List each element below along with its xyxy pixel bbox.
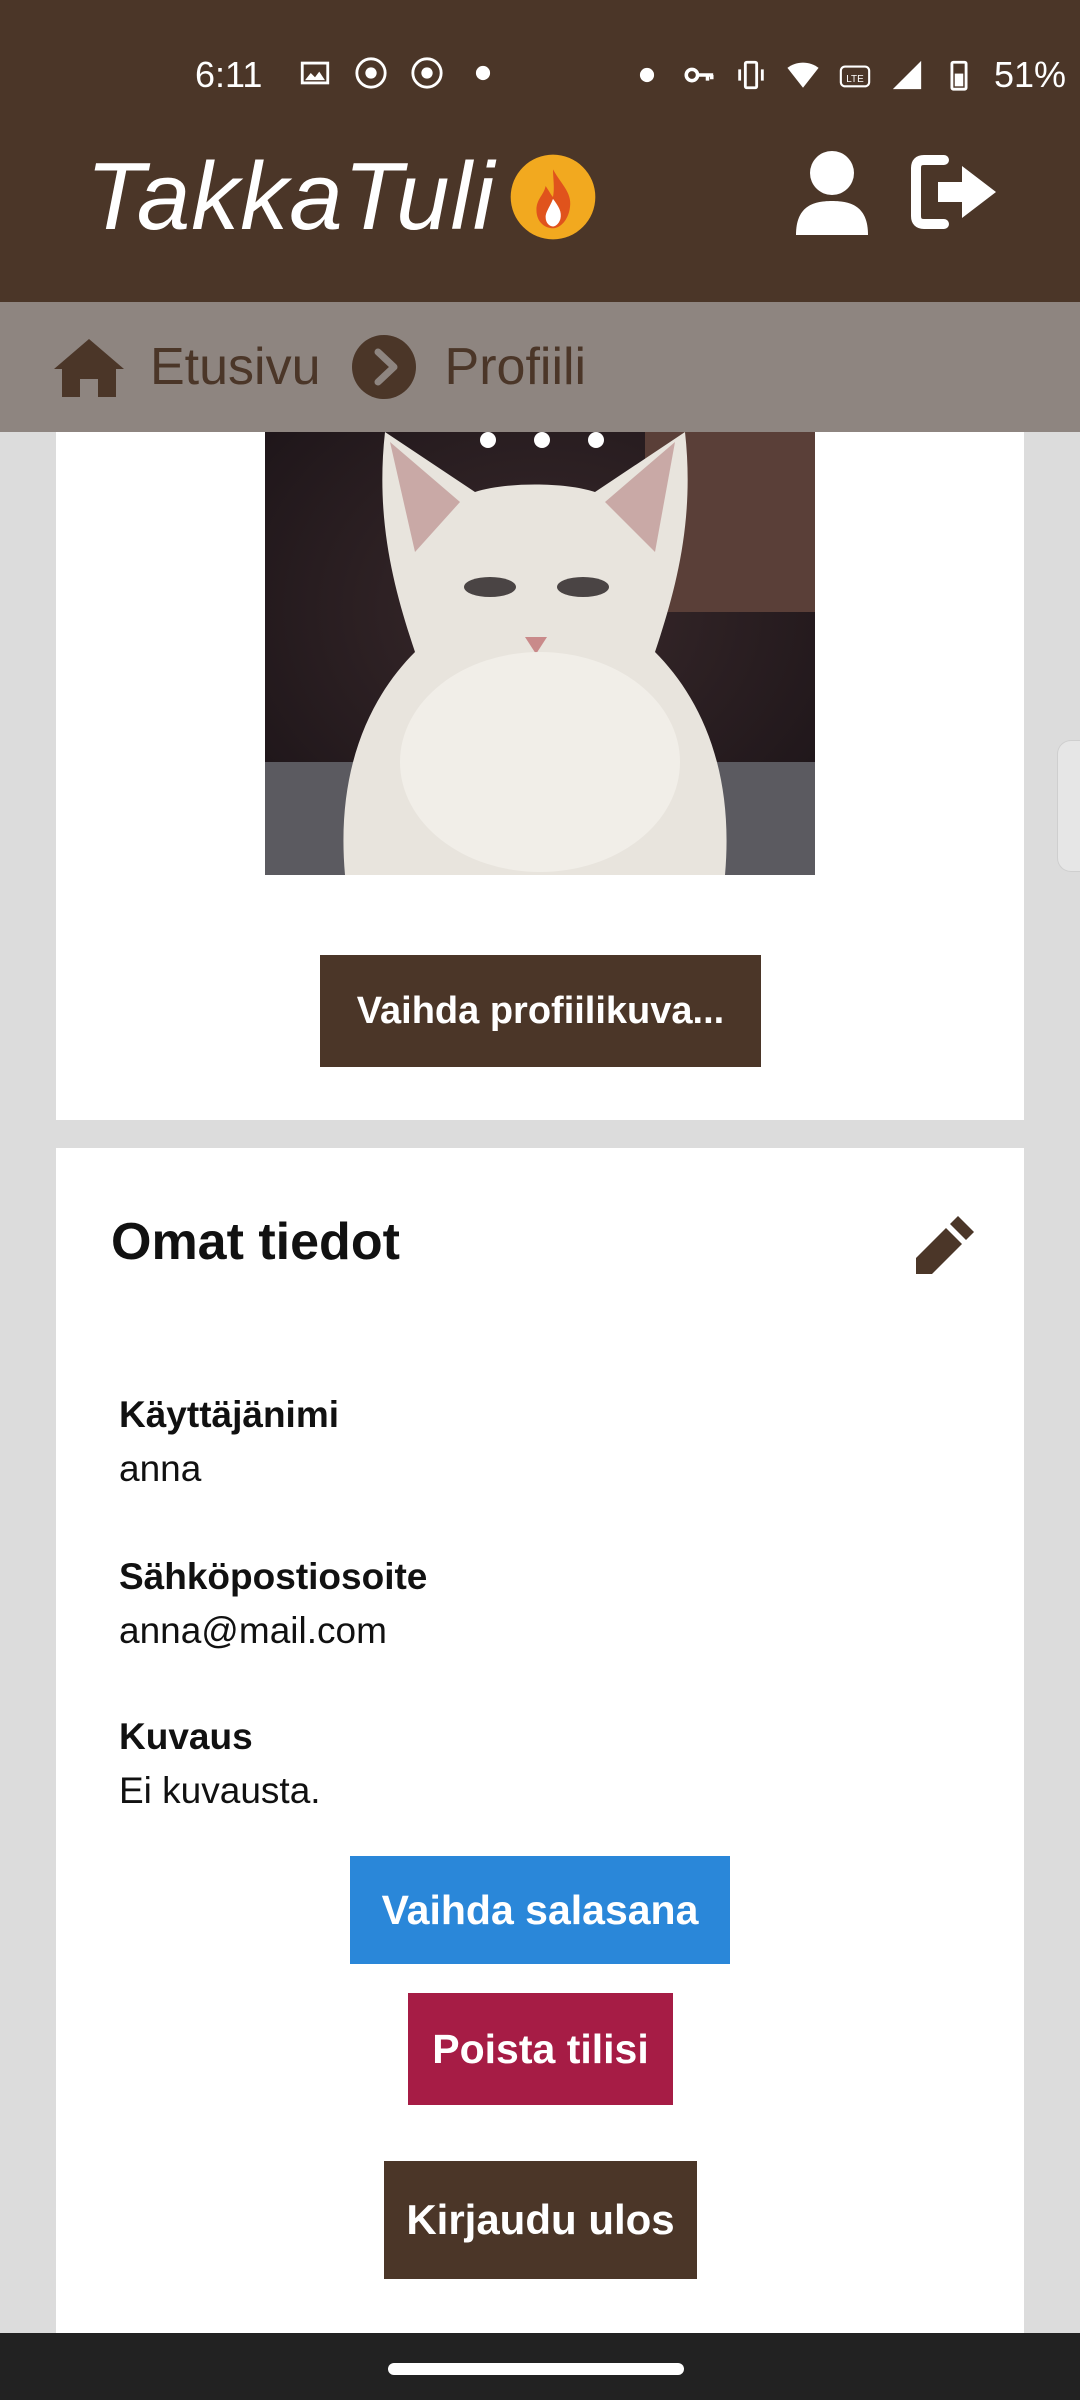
cat-photo	[265, 432, 815, 875]
breadcrumb-home-link[interactable]: Etusivu	[150, 337, 321, 397]
delete-account-button[interactable]: Poista tilisi	[408, 1993, 673, 2105]
app-icon	[411, 57, 443, 89]
chevron-right-icon	[351, 335, 416, 399]
profile-picture	[265, 432, 815, 875]
flame-icon	[510, 154, 596, 240]
username-value: anna	[119, 1448, 202, 1489]
vibrate-icon	[738, 60, 764, 90]
email-label: Sähköpostiosoite	[119, 1556, 428, 1597]
loading-dots	[480, 432, 604, 448]
logo-text: TakkaTuli	[86, 143, 496, 250]
pencil-edit-icon[interactable]	[914, 1212, 978, 1276]
app-icon	[355, 57, 387, 89]
status-time: 6:11	[195, 54, 263, 95]
battery-percentage: 51%	[994, 54, 1067, 95]
status-bar: 6:11 LTE 51%	[0, 0, 1080, 150]
key-icon	[684, 67, 714, 83]
home-gesture-handle[interactable]	[388, 2363, 684, 2375]
wifi-icon	[787, 62, 819, 88]
app-logo[interactable]: TakkaTuli	[86, 142, 599, 252]
home-icon[interactable]	[52, 335, 126, 399]
profile-button[interactable]	[787, 142, 877, 242]
profile-picture-card: Vaihda profiilikuva...	[56, 432, 1024, 1120]
battery-icon	[950, 60, 968, 91]
description-label: Kuvaus	[119, 1716, 253, 1757]
breadcrumb: Etusivu Profiili	[0, 302, 1080, 432]
dot-icon	[639, 67, 655, 83]
image-icon	[300, 61, 330, 85]
dot-icon	[475, 65, 491, 81]
logout-header-button[interactable]	[910, 142, 1000, 242]
logout-icon	[911, 155, 996, 229]
svg-text:LTE: LTE	[846, 74, 864, 85]
breadcrumb-current: Profiili	[444, 338, 587, 396]
app-header: 6:11 LTE 51% TakkaTuli	[0, 0, 1080, 302]
description-value: Ei kuvausta.	[119, 1770, 321, 1811]
logout-button[interactable]: Kirjaudu ulos	[384, 2161, 697, 2279]
section-title: Omat tiedot	[111, 1213, 400, 1271]
volte-icon: LTE	[839, 65, 871, 88]
signal-icon	[892, 60, 922, 90]
edge-panel-handle[interactable]	[1057, 740, 1080, 872]
change-password-button[interactable]: Vaihda salasana	[350, 1856, 730, 1964]
change-profile-picture-button[interactable]: Vaihda profiilikuva...	[320, 955, 761, 1067]
user-icon	[796, 151, 868, 235]
own-info-card: Omat tiedot Käyttäjänimi anna Sähköposti…	[56, 1148, 1024, 2400]
email-value: anna@mail.com	[119, 1610, 387, 1651]
username-label: Käyttäjänimi	[119, 1394, 340, 1435]
